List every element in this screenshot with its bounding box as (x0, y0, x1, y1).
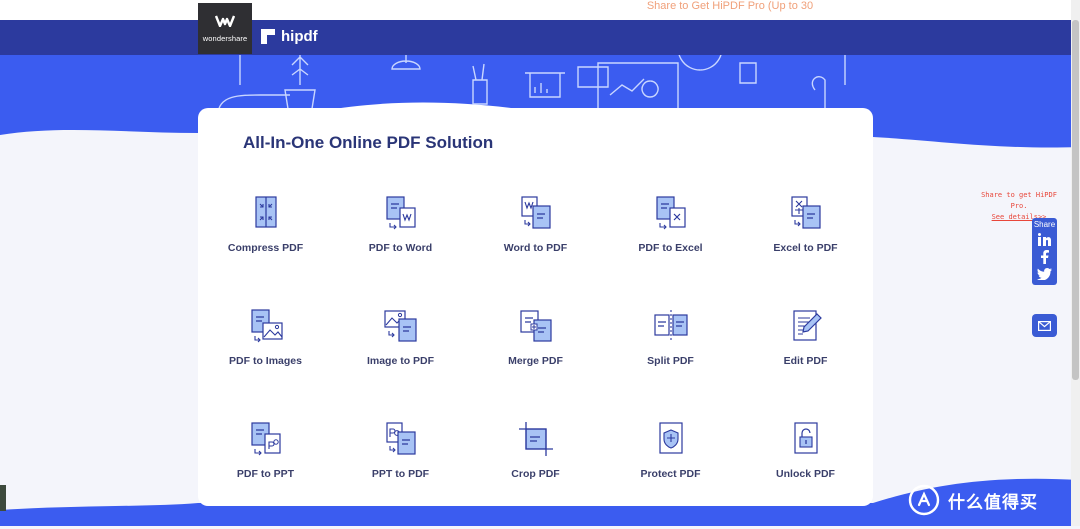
tool-compress-pdf[interactable]: Compress PDF (198, 190, 333, 303)
watermark-logo-icon (908, 484, 940, 516)
site-watermark: 什么值得买 (908, 484, 1038, 516)
mail-icon (1038, 320, 1051, 331)
tool-edit-pdf[interactable]: Edit PDF (738, 303, 873, 416)
tool-label: Split PDF (647, 355, 694, 367)
tool-label: Edit PDF (783, 355, 828, 367)
tool-label: Crop PDF (511, 468, 560, 480)
email-button[interactable] (1032, 314, 1057, 337)
wondershare-logo[interactable]: wondershare (198, 3, 252, 54)
hipdf-logo[interactable]: hipdf (261, 28, 318, 45)
tool-unlock-pdf[interactable]: Unlock PDF (738, 416, 873, 529)
top-navbar (0, 20, 1080, 55)
tool-label: Excel to PDF (773, 242, 838, 254)
tool-crop-pdf[interactable]: Crop PDF (468, 416, 603, 529)
edit-pdf-icon (792, 310, 822, 341)
pdf-to-ppt-icon (250, 422, 281, 456)
word-to-pdf-icon (520, 196, 551, 229)
tool-label: PDF to Excel (638, 242, 703, 254)
protect-pdf-icon (658, 422, 683, 454)
tool-pdf-to-word[interactable]: PDF to Word (333, 190, 468, 303)
promo-banner[interactable]: Share to Get HiPDF Pro (Up to 30 (0, 0, 1080, 20)
tool-merge-pdf[interactable]: Merge PDF (468, 303, 603, 416)
tool-image-to-pdf[interactable]: Image to PDF (333, 303, 468, 416)
excel-to-pdf-icon (790, 196, 821, 229)
unlock-pdf-icon (793, 422, 818, 454)
tool-label: PDF to Images (229, 355, 302, 367)
watermark-text: 什么值得买 (948, 492, 1038, 512)
tools-grid: Compress PDF PDF to Word Word to PDF PDF… (198, 190, 873, 529)
hipdf-logo-icon (261, 29, 275, 44)
pdf-to-word-icon (385, 196, 416, 230)
tool-ppt-to-pdf[interactable]: PPT to PDF (333, 416, 468, 529)
hipdf-logo-text: hipdf (281, 28, 318, 45)
facebook-icon[interactable] (1040, 250, 1049, 264)
scrollbar-thumb[interactable] (1072, 20, 1079, 380)
tool-label: Image to PDF (366, 355, 435, 367)
linkedin-icon[interactable] (1038, 233, 1051, 246)
share-panel: Share (1032, 218, 1057, 285)
promo-text: Share to Get HiPDF Pro (Up to 30 (646, 0, 814, 12)
share-note-line2: Pro. (1010, 202, 1028, 210)
tool-label: PDF to PPT (236, 468, 295, 480)
split-pdf-icon (653, 310, 688, 342)
tool-label: Compress PDF (227, 242, 304, 254)
wondershare-logo-text: wondershare (202, 33, 248, 43)
side-widget-tab[interactable] (0, 485, 6, 511)
share-label: Share (1033, 220, 1056, 229)
tool-pdf-to-excel[interactable]: PDF to Excel (603, 190, 738, 303)
tool-split-pdf[interactable]: Split PDF (603, 303, 738, 416)
tool-protect-pdf[interactable]: Protect PDF (603, 416, 738, 529)
merge-pdf-icon (519, 310, 552, 342)
tool-label: Word to PDF (503, 242, 568, 254)
tool-label: Merge PDF (508, 355, 563, 367)
compress-pdf-icon (254, 196, 277, 228)
tool-label: Protect PDF (640, 468, 701, 480)
crop-pdf-icon (518, 422, 553, 456)
tool-label: PPT to PDF (371, 468, 430, 480)
wondershare-mark-icon (214, 15, 236, 30)
twitter-icon[interactable] (1037, 268, 1052, 280)
tool-pdf-to-images[interactable]: PDF to Images (198, 303, 333, 416)
tool-word-to-pdf[interactable]: Word to PDF (468, 190, 603, 303)
tool-label: Unlock PDF (776, 468, 835, 480)
pdf-to-excel-icon (655, 196, 686, 230)
share-note-line1: Share to get HiPDF (981, 191, 1057, 199)
pdf-to-images-icon (250, 309, 283, 343)
tool-excel-to-pdf[interactable]: Excel to PDF (738, 190, 873, 303)
tool-pdf-to-ppt[interactable]: PDF to PPT (198, 416, 333, 529)
image-to-pdf-icon (383, 310, 417, 342)
tool-label: PDF to Word (368, 242, 433, 254)
page-title: All-In-One Online PDF Solution (243, 133, 494, 152)
ppt-to-pdf-icon (385, 422, 416, 455)
